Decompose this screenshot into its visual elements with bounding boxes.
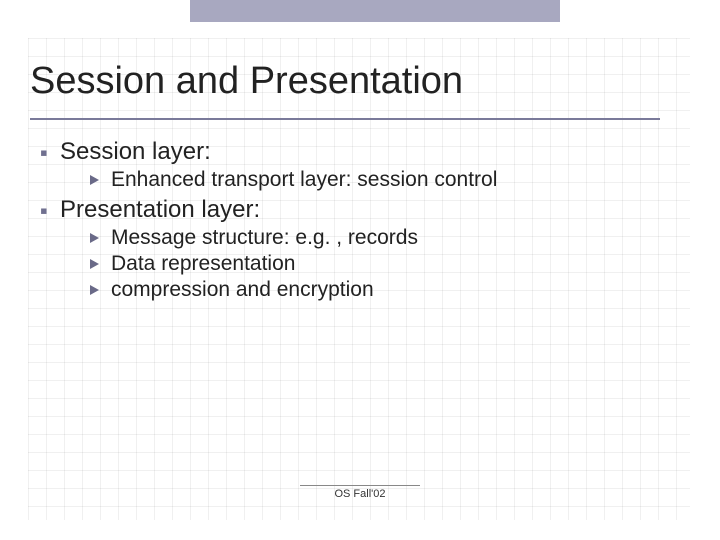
footer-rule [300, 485, 420, 486]
list-subitem: Data representation [90, 252, 690, 276]
list-subitem-label: Message structure: e.g. , records [111, 226, 418, 250]
list-subitem-label: Enhanced transport layer: session contro… [111, 168, 497, 192]
top-accent-bar [190, 0, 560, 22]
list-subitem: Enhanced transport layer: session contro… [90, 168, 690, 192]
slide-footer: OS Fall'02 [0, 485, 720, 500]
list-item-label: Session layer: [60, 138, 211, 166]
list-item: ▪ Presentation layer: [40, 196, 690, 224]
list-item: ▪ Session layer: [40, 138, 690, 166]
slide-content-wrap: ▪ Session layer: Enhanced transport laye… [30, 60, 690, 510]
triangle-bullet-icon [90, 175, 99, 185]
list-item-label: Presentation layer: [60, 196, 260, 224]
square-bullet-icon: ▪ [40, 200, 48, 222]
triangle-bullet-icon [90, 259, 99, 269]
list-subitem: Message structure: e.g. , records [90, 226, 690, 250]
list-subitem-label: Data representation [111, 252, 295, 276]
list-subitem-label: compression and encryption [111, 278, 374, 302]
triangle-bullet-icon [90, 285, 99, 295]
list-subitem: compression and encryption [90, 278, 690, 302]
footer-text: OS Fall'02 [0, 488, 720, 500]
triangle-bullet-icon [90, 233, 99, 243]
square-bullet-icon: ▪ [40, 142, 48, 164]
